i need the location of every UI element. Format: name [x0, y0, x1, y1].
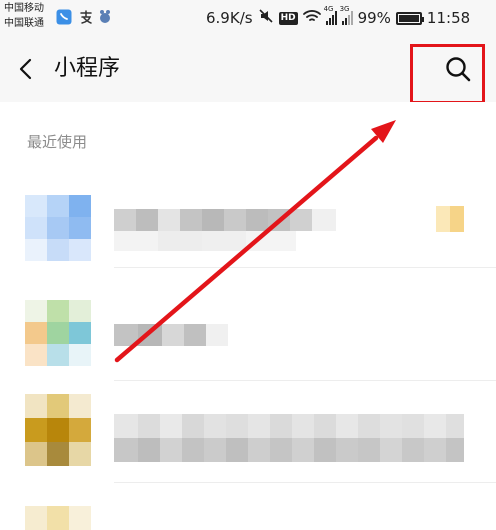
- annotation-arrow: [114, 120, 396, 363]
